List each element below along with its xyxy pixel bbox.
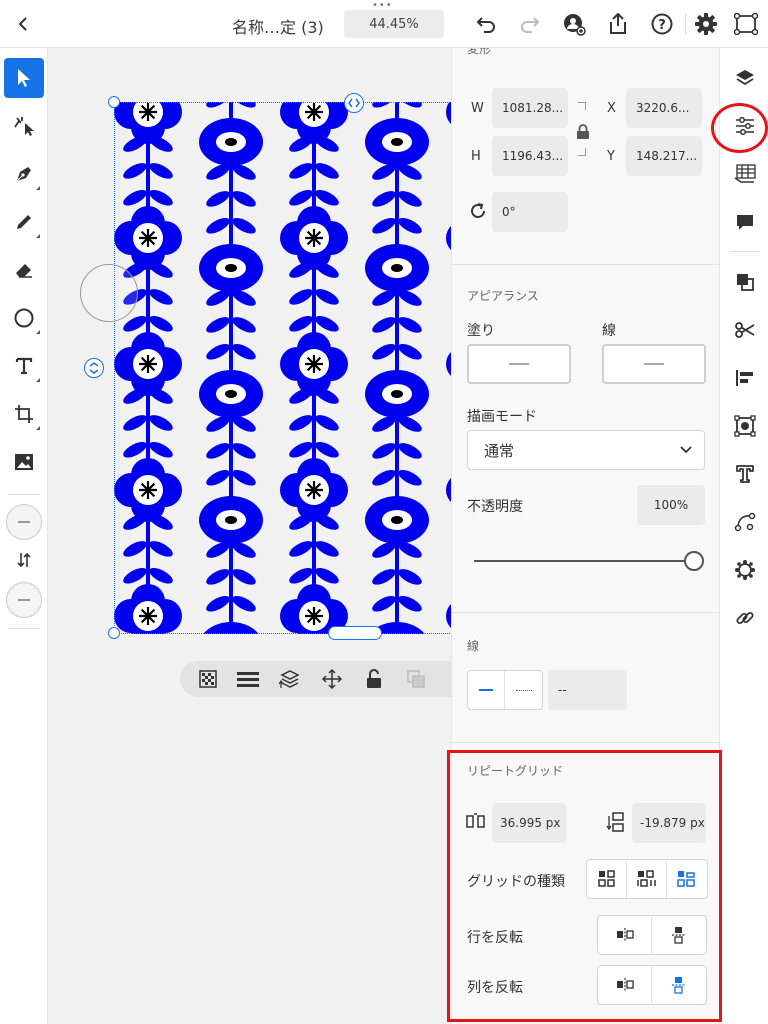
swap-colors-icon[interactable] [4, 544, 44, 576]
opacity-slider-thumb[interactable] [684, 551, 704, 571]
repeat-grid-vertical-handle[interactable] [84, 358, 104, 378]
stroke-width-field[interactable]: -- [548, 670, 627, 710]
path-edit-icon[interactable] [728, 505, 762, 539]
selection-handle[interactable] [108, 627, 120, 639]
prototype-icon[interactable] [728, 0, 764, 48]
height-label: H [471, 149, 481, 164]
group-object-icon[interactable] [728, 409, 762, 443]
rail-divider [730, 251, 760, 252]
text-outline-icon[interactable] [728, 457, 762, 491]
repeat-grid-horizontal-handle[interactable] [344, 93, 364, 113]
solid-line-icon[interactable] [468, 671, 505, 709]
stroke-color-button[interactable] [6, 582, 42, 618]
y-position-field[interactable]: 148.217... [626, 136, 702, 176]
left-toolbar [0, 48, 48, 1024]
layers-icon[interactable] [728, 61, 762, 95]
y-label: Y [607, 149, 615, 164]
unlock-icon[interactable] [356, 661, 392, 697]
opacity-field[interactable]: 100% [637, 485, 705, 525]
zoom-level-field[interactable]: 44.45% [344, 10, 444, 38]
export-icon[interactable] [600, 0, 636, 48]
text-tool-icon[interactable] [4, 346, 44, 386]
constrain-bracket [578, 102, 586, 110]
toolbar-divider [8, 628, 40, 629]
help-icon[interactable]: ? [644, 0, 680, 48]
blend-mode-value: 通常 [484, 441, 515, 460]
more-dots-icon[interactable]: ••• [372, 1, 393, 11]
context-action-bar [180, 661, 470, 697]
dashed-line-icon[interactable] [505, 671, 542, 709]
boolean-group-icon[interactable] [728, 265, 762, 299]
repeat-grid-bottom-handle[interactable] [328, 626, 382, 640]
link-icon[interactable] [728, 601, 762, 635]
section-divider [452, 612, 719, 613]
repeat-grid-icon[interactable] [230, 661, 266, 697]
section-divider [452, 742, 719, 743]
move-icon[interactable] [314, 661, 350, 697]
rotation-field[interactable]: 0° [492, 192, 568, 232]
artboard-tool-icon[interactable] [4, 394, 44, 434]
highlight-circle-annotation [711, 103, 768, 153]
scissors-icon[interactable] [728, 313, 762, 347]
canvas[interactable] [48, 48, 514, 1024]
stroke-section-title: 線 [467, 639, 480, 653]
x-position-field[interactable]: 3220.6... [626, 88, 702, 128]
align-left-icon[interactable] [728, 361, 762, 395]
height-field[interactable]: 1196.43... [492, 136, 568, 176]
document-title[interactable]: 名称…定 (3) [232, 14, 324, 38]
stroke-label: 線 [602, 323, 616, 339]
mask-icon[interactable] [190, 661, 226, 697]
opacity-label: 不透明度 [467, 499, 523, 515]
undo-icon[interactable] [468, 0, 504, 48]
svg-text:?: ? [658, 18, 666, 33]
appearance-section-title: アピアランス [467, 289, 539, 303]
width-label: W [471, 101, 484, 116]
share-user-icon[interactable] [556, 0, 592, 48]
highlight-rect-annotation [447, 750, 722, 1022]
top-bar: 名称…定 (3) ••• 44.45% ? [0, 0, 768, 48]
touch-shortcut-circle[interactable] [80, 264, 138, 322]
section-divider [452, 264, 719, 265]
fill-label: 塗り [467, 323, 495, 339]
back-icon[interactable] [4, 0, 44, 48]
toolbar-divider [8, 494, 40, 495]
grid-ruler-icon[interactable] [728, 157, 762, 191]
stroke-style-toggle [467, 670, 543, 710]
divider [685, 14, 686, 34]
eraser-tool-icon[interactable] [4, 250, 44, 290]
pen-tool-icon[interactable] [4, 154, 44, 194]
select-tool-icon[interactable] [4, 58, 44, 98]
symbol-icon[interactable] [398, 661, 434, 697]
image-tool-icon[interactable] [4, 442, 44, 482]
rotate-icon [469, 202, 487, 224]
ellipse-tool-icon[interactable] [4, 298, 44, 338]
transform-section-title: 変形 [467, 48, 492, 56]
pencil-tool-icon[interactable] [4, 202, 44, 242]
direct-select-tool-icon[interactable] [4, 106, 44, 146]
width-field[interactable]: 1081.28... [492, 88, 568, 128]
x-label: X [607, 101, 616, 116]
constrain-bracket [578, 148, 586, 156]
stroke-swatch[interactable] [602, 344, 706, 384]
lock-proportions-icon[interactable] [576, 124, 590, 144]
blend-mode-label: 描画モード [467, 409, 537, 425]
settings-gear-icon[interactable] [688, 0, 724, 48]
redo-icon[interactable] [512, 0, 548, 48]
fill-swatch[interactable] [467, 344, 571, 384]
selection-handle[interactable] [108, 96, 120, 108]
arrange-layers-icon[interactable] [272, 661, 308, 697]
right-panel-rail [719, 48, 768, 1024]
blend-mode-dropdown[interactable]: 通常 [467, 430, 705, 470]
comment-icon[interactable] [728, 205, 762, 239]
component-icon[interactable] [728, 553, 762, 587]
opacity-slider-track[interactable] [474, 560, 694, 562]
chevron-down-icon [680, 446, 692, 454]
fill-color-button[interactable] [6, 504, 42, 540]
